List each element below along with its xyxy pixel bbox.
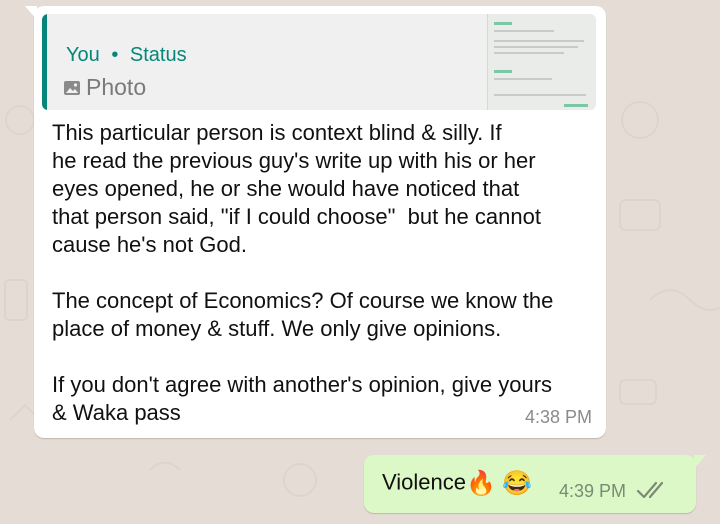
- incoming-message-text: This particular person is context blind …: [52, 120, 554, 425]
- photo-icon: [64, 80, 80, 95]
- outgoing-message-content: Violence🔥 😂: [382, 469, 532, 498]
- outgoing-message-text: Violence: [382, 469, 466, 495]
- quote-status-label: Status: [129, 44, 187, 66]
- quote-header: You • Status: [66, 44, 187, 67]
- quote-accent-bar: [42, 14, 47, 110]
- quoted-status-reply[interactable]: You • Status Photo: [42, 14, 596, 110]
- quote-media-type: Photo: [64, 74, 146, 101]
- outgoing-message-bubble[interactable]: Violence🔥 😂 4:39 PM: [364, 455, 706, 513]
- outgoing-message-time: 4:39 PM: [559, 481, 627, 501]
- incoming-message-time: 4:38 PM: [524, 407, 592, 427]
- fire-emoji-icon: 🔥: [466, 470, 496, 497]
- quote-author: You: [66, 44, 100, 66]
- laughing-emoji-icon: 😂: [502, 470, 532, 497]
- incoming-message-bubble[interactable]: You • Status Photo This particular perso…: [25, 6, 606, 438]
- double-check-icon: [636, 481, 664, 499]
- quoted-status-thumbnail: [487, 14, 596, 110]
- quote-separator: •: [111, 44, 119, 66]
- quote-media-label: Photo: [86, 74, 147, 100]
